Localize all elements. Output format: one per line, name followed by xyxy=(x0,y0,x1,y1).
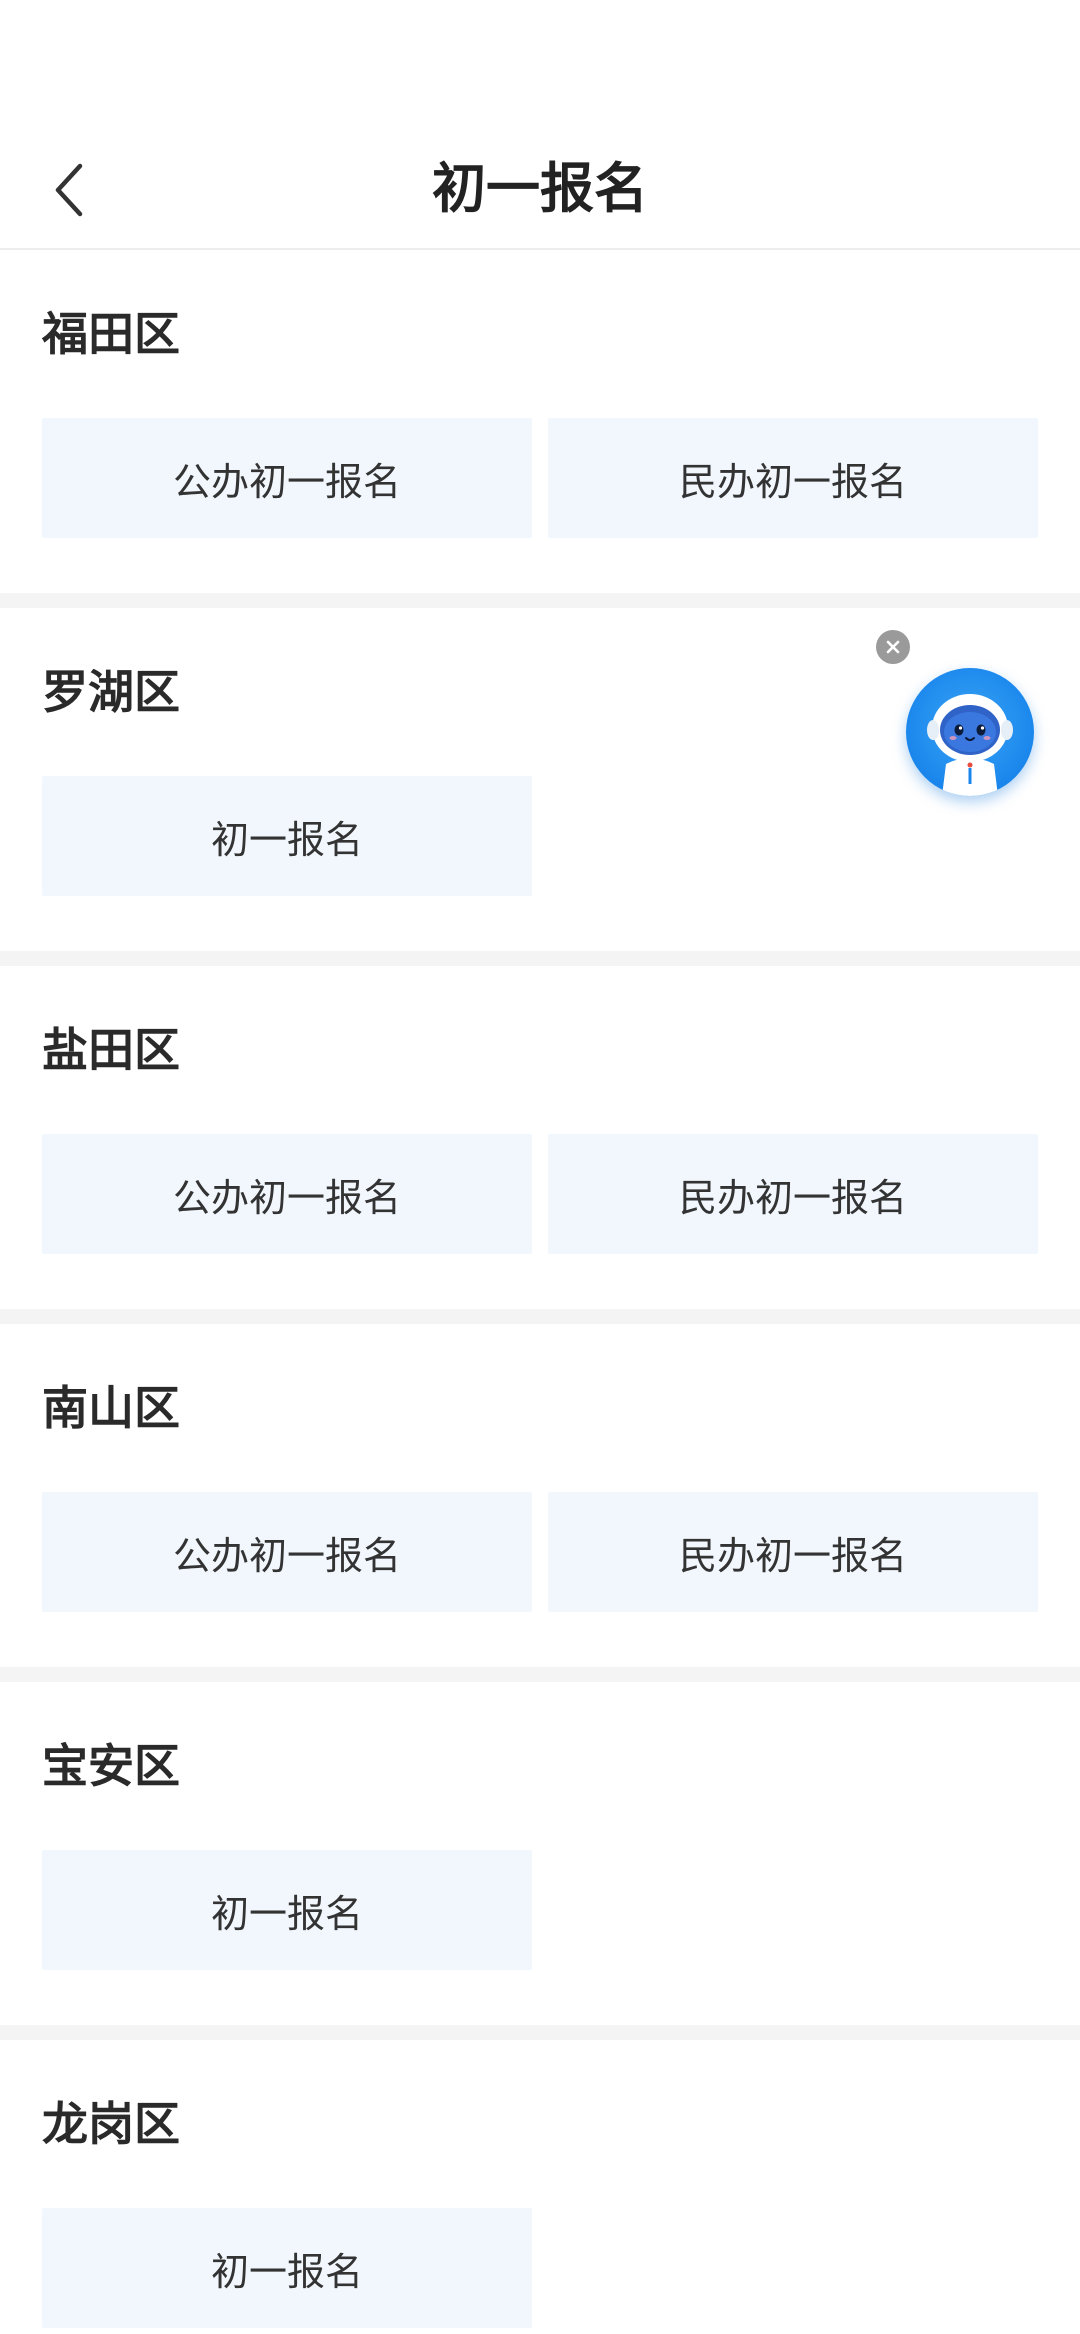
district-section-longgang: 龙岗区 初一报名 xyxy=(0,2040,1080,2334)
registration-button[interactable]: 初一报名 xyxy=(42,2208,532,2328)
private-registration-button[interactable]: 民办初一报名 xyxy=(548,418,1038,538)
page-title: 初一报名 xyxy=(432,157,648,220)
district-name: 宝安区 xyxy=(42,1739,180,1793)
district-name: 盐田区 xyxy=(42,1023,180,1077)
district-section-yantian: 盐田区 公办初一报名 民办初一报名 xyxy=(0,966,1080,1309)
button-row: 初一报名 xyxy=(42,1850,532,1970)
assistant-button[interactable] xyxy=(906,668,1034,796)
button-row: 初一报名 xyxy=(42,776,532,896)
button-row: 公办初一报名 民办初一报名 xyxy=(42,1492,1038,1612)
section-divider xyxy=(0,951,1080,966)
nav-bar: 初一报名 xyxy=(0,130,1080,250)
close-icon xyxy=(886,640,900,654)
button-row: 初一报名 xyxy=(42,2208,532,2328)
section-divider xyxy=(0,1667,1080,1682)
public-registration-button[interactable]: 公办初一报名 xyxy=(42,1134,532,1254)
public-registration-button[interactable]: 公办初一报名 xyxy=(42,1492,532,1612)
public-registration-button[interactable]: 公办初一报名 xyxy=(42,418,532,538)
section-divider xyxy=(0,593,1080,608)
district-name: 罗湖区 xyxy=(42,665,180,719)
registration-button[interactable]: 初一报名 xyxy=(42,1850,532,1970)
page: 初一报名 福田区 公办初一报名 民办初一报名 罗湖区 初一报名 盐田区 公办初一… xyxy=(0,0,1080,2334)
district-name: 福田区 xyxy=(42,307,180,361)
registration-button[interactable]: 初一报名 xyxy=(42,776,532,896)
robot-assistant-icon xyxy=(927,694,1013,796)
district-section-luohu: 罗湖区 初一报名 xyxy=(0,608,1080,951)
private-registration-button[interactable]: 民办初一报名 xyxy=(548,1492,1038,1612)
district-name: 龙岗区 xyxy=(42,2097,180,2151)
district-name: 南山区 xyxy=(42,1381,180,1435)
assistant-close-button[interactable] xyxy=(876,630,910,664)
status-bar xyxy=(0,0,1080,130)
private-registration-button[interactable]: 民办初一报名 xyxy=(548,1134,1038,1254)
section-divider xyxy=(0,1309,1080,1324)
button-row: 公办初一报名 民办初一报名 xyxy=(42,418,1038,538)
section-divider xyxy=(0,2025,1080,2040)
district-section-futian: 福田区 公办初一报名 民办初一报名 xyxy=(0,250,1080,593)
district-section-nanshan: 南山区 公办初一报名 民办初一报名 xyxy=(0,1324,1080,1667)
button-row: 公办初一报名 民办初一报名 xyxy=(42,1134,1038,1254)
district-section-baoan: 宝安区 初一报名 xyxy=(0,1682,1080,2025)
